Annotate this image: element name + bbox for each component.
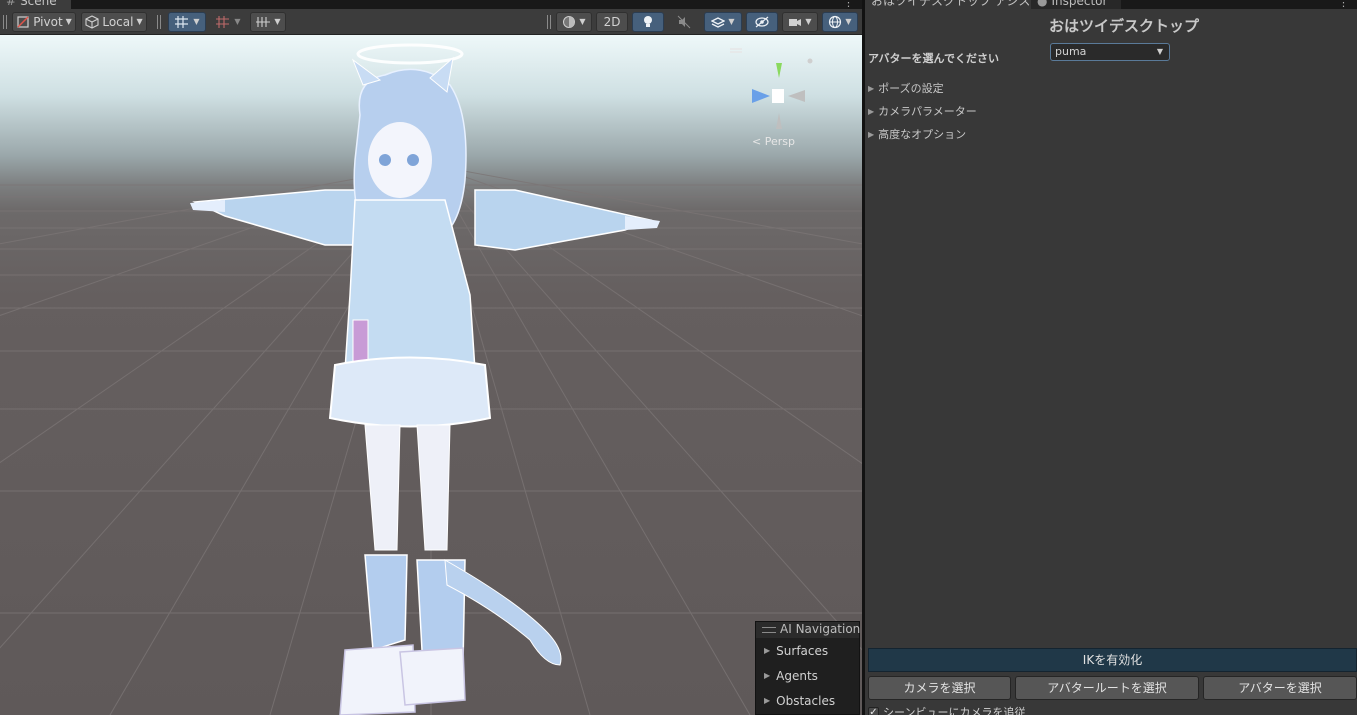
- gizmos-dropdown[interactable]: ▼: [822, 12, 858, 32]
- toolbar-grip-icon[interactable]: [3, 15, 7, 29]
- select-camera-button[interactable]: カメラを選択: [868, 676, 1011, 700]
- chevron-down-icon: ▼: [193, 17, 200, 26]
- increment-snap-icon: [216, 16, 230, 28]
- enable-ik-button[interactable]: IKを有効化: [868, 648, 1357, 672]
- pivot-icon: [17, 16, 29, 28]
- grid-visibility-icon: [256, 17, 271, 27]
- audio-toggle[interactable]: [668, 12, 700, 32]
- snap-increment-toggle[interactable]: ▼: [210, 12, 246, 32]
- expand-arrow-icon: ▶: [868, 83, 875, 93]
- ai-nav-item-label: Agents: [776, 668, 818, 683]
- tab-inspector-label: Inspector: [1051, 0, 1108, 8]
- chevron-down-icon: ▼: [234, 17, 241, 26]
- pivot-label: Pivot: [33, 15, 63, 29]
- avatar-dropdown-value: puma: [1055, 45, 1087, 58]
- local-dropdown[interactable]: Local ▼: [81, 12, 147, 32]
- chevron-down-icon: ▼: [136, 17, 143, 26]
- ai-nav-item-label: Surfaces: [776, 643, 829, 658]
- ai-nav-item-surfaces[interactable]: ▶ Surfaces: [756, 638, 859, 663]
- window-menu-icon[interactable]: ⋮: [1338, 0, 1349, 9]
- draw-mode-dropdown[interactable]: ▼: [556, 12, 592, 32]
- effects-dropdown[interactable]: ▼: [704, 12, 742, 32]
- mode-2d-label: 2D: [603, 15, 621, 29]
- lightbulb-icon: [644, 16, 652, 27]
- scene-tab[interactable]: # Scene: [0, 0, 71, 9]
- expand-arrow-icon: ▶: [868, 129, 875, 139]
- audio-muted-icon: [677, 15, 691, 29]
- scene-visibility-toggle[interactable]: [746, 12, 778, 32]
- shading-sphere-icon: [563, 16, 576, 28]
- camera-settings-dropdown[interactable]: ▼: [782, 12, 818, 32]
- scene-viewport[interactable]: < Persp AI Navigation ▶ Surfaces ▶ Agents …: [0, 35, 862, 715]
- foldout-label: カメラパラメーター: [878, 105, 977, 118]
- ai-nav-item-obstacles[interactable]: ▶ Obstacles: [756, 688, 859, 713]
- toolbar-grip-icon[interactable]: [157, 15, 161, 29]
- ai-navigation-header[interactable]: AI Navigation: [756, 622, 861, 638]
- foldout-camera-parameters[interactable]: ▶ カメラパラメーター: [868, 103, 977, 119]
- drag-handle-icon: [762, 626, 776, 633]
- camera-projection-label[interactable]: < Persp: [752, 135, 795, 148]
- layers-effects-icon: [711, 17, 726, 28]
- expand-arrow-icon: ▶: [764, 646, 771, 655]
- tab-inspector[interactable]: ● Inspector: [1031, 0, 1121, 9]
- chevron-down-icon: ▼: [845, 17, 852, 26]
- eye-hidden-icon: [755, 16, 769, 28]
- local-label: Local: [102, 15, 134, 29]
- follow-scene-camera-toggle[interactable]: ✓ シーンビューにカメラを追従: [868, 704, 1025, 715]
- lighting-toggle[interactable]: [632, 12, 664, 32]
- ai-navigation-title: AI Navigation: [780, 622, 861, 636]
- foldout-label: 高度なオプション: [878, 128, 967, 141]
- scene-menu-icon[interactable]: ⋮: [843, 0, 854, 9]
- checkbox-checked-icon[interactable]: ✓: [868, 706, 879, 715]
- ai-navigation-overlay: AI Navigation ▶ Surfaces ▶ Agents ▶ Obstacl…: [755, 621, 860, 715]
- avatar-model[interactable]: [185, 40, 665, 715]
- pivot-dropdown[interactable]: Pivot ▼: [12, 12, 76, 32]
- chevron-down-icon: ▼: [65, 17, 72, 26]
- tool-title: おはツイデスクトップ: [1049, 17, 1200, 35]
- scene-window: # Scene ⋮ Pivot ▼ Local ▼ ▼ ▼ ▼ ▼ 2D ▼ ▼…: [0, 0, 862, 715]
- avatar-dropdown[interactable]: puma ▼: [1050, 43, 1170, 61]
- scene-toolbar: Pivot ▼ Local ▼ ▼ ▼ ▼ ▼ 2D ▼ ▼ ▼: [0, 9, 862, 35]
- grid-visibility-toggle[interactable]: ▼: [250, 12, 286, 32]
- ai-nav-item-label: Obstacles: [776, 693, 836, 708]
- expand-arrow-icon: ▶: [868, 106, 875, 116]
- ai-nav-item-agents[interactable]: ▶ Agents: [756, 663, 859, 688]
- chevron-down-icon: ▼: [274, 17, 281, 26]
- gizmo-globe-icon: [829, 15, 842, 29]
- chevron-down-icon: ▼: [805, 17, 812, 26]
- foldout-pose-settings[interactable]: ▶ ポーズの設定: [868, 80, 944, 96]
- unity-editor: # Scene ⋮ Pivot ▼ Local ▼ ▼ ▼ ▼ ▼ 2D ▼ ▼…: [0, 0, 1357, 715]
- expand-arrow-icon: ▶: [764, 671, 771, 680]
- avatar-select-label: アバターを選んでください: [868, 52, 1000, 65]
- scene-tab-label: Scene: [20, 0, 57, 8]
- select-avatar-button[interactable]: アバターを選択: [1203, 676, 1357, 700]
- grid-snap-toggle[interactable]: ▼: [168, 12, 206, 32]
- assistant-tab-bar: おはツイデスクトップ アシスタント ● Inspector ⋮: [865, 0, 1357, 9]
- chevron-down-icon: ▼: [579, 17, 586, 26]
- toolbar-grip-icon[interactable]: [547, 15, 551, 29]
- expand-arrow-icon: ▶: [764, 696, 771, 705]
- select-avatar-root-button[interactable]: アバタールートを選択: [1015, 676, 1199, 700]
- assistant-window: おはツイデスクトップ アシスタント ● Inspector ⋮ おはツイデスクトッ…: [865, 0, 1357, 715]
- scene-tab-bar: # Scene ⋮: [0, 0, 862, 9]
- foldout-advanced-options[interactable]: ▶ 高度なオプション: [868, 126, 966, 142]
- info-icon: ●: [1037, 0, 1048, 8]
- cube-icon: [85, 15, 99, 29]
- chevron-down-icon: ▼: [728, 17, 735, 26]
- camera-icon: [789, 19, 802, 26]
- foldout-label: ポーズの設定: [878, 82, 944, 95]
- mode-2d-toggle[interactable]: 2D: [596, 12, 628, 32]
- chevron-down-icon: ▼: [1156, 47, 1163, 56]
- scene-grid-icon: #: [6, 0, 17, 8]
- tab-assistant[interactable]: おはツイデスクトップ アシスタント: [865, 0, 1066, 9]
- follow-scene-camera-label: シーンビューにカメラを追従: [883, 706, 1026, 715]
- grid-snap-icon: [175, 16, 189, 28]
